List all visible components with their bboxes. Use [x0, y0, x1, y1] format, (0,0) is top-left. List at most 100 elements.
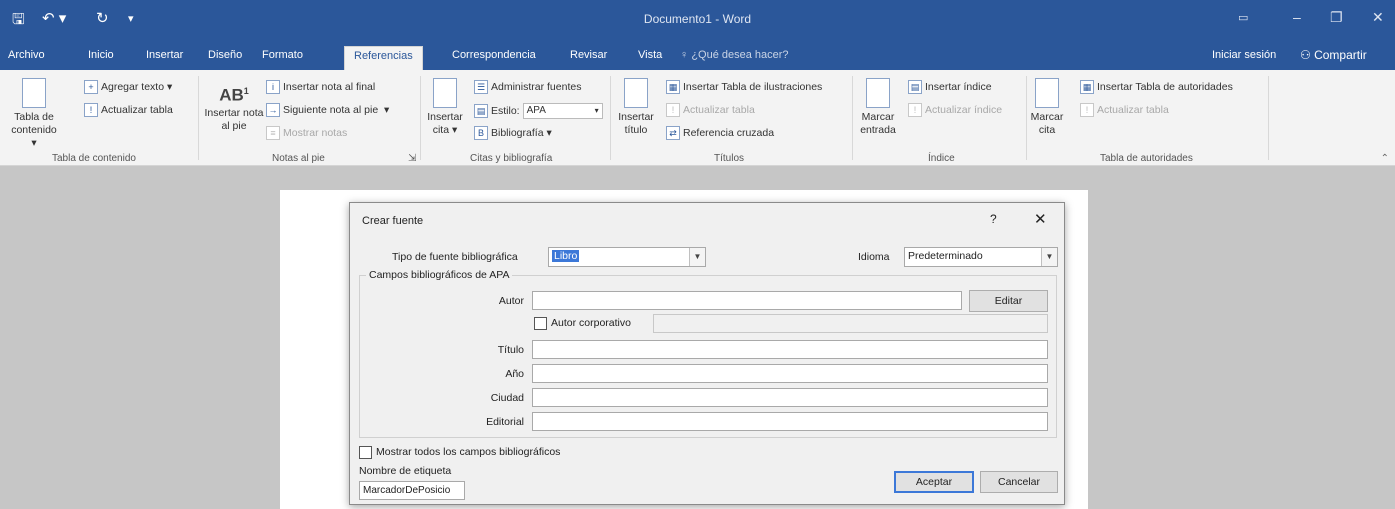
bibliography-icon: B — [474, 126, 488, 140]
city-input[interactable] — [532, 388, 1048, 407]
tab-vista[interactable]: Vista — [638, 49, 662, 61]
cross-reference-icon: ⇄ — [666, 126, 680, 140]
group-label-citations: Citas y bibliografía — [470, 153, 553, 164]
manage-sources-button[interactable]: ☰ Administrar fuentes — [474, 80, 581, 94]
tab-formato[interactable]: Formato — [262, 49, 303, 61]
update-figures-table-button[interactable]: ! Actualizar tabla — [666, 103, 755, 117]
window-title: Documento1 - Word — [643, 12, 752, 26]
add-text-icon: + — [84, 80, 98, 94]
caption-icon — [624, 78, 648, 108]
chevron-down-icon: ▼ — [1041, 248, 1057, 266]
insert-index-button[interactable]: ▤ Insertar índice — [908, 80, 992, 94]
insert-authorities-table-button[interactable]: ▦ Insertar Tabla de autoridades — [1080, 80, 1233, 94]
style-dropdown[interactable]: APA ▾ — [522, 103, 603, 119]
publisher-label: Editorial — [486, 416, 524, 428]
tab-referencias[interactable]: Referencias — [344, 46, 423, 70]
corporate-author-checkbox[interactable] — [534, 317, 547, 330]
next-footnote-button[interactable]: → Siguiente nota al pie ▾ — [266, 103, 389, 117]
language-select[interactable]: Predeterminado ▼ — [904, 247, 1058, 267]
minimize-icon[interactable]: – — [1293, 9, 1301, 25]
create-source-dialog: Crear fuente ? ✕ Tipo de fuente bibliogr… — [349, 202, 1065, 505]
sign-in-link[interactable]: Iniciar sesión — [1212, 49, 1276, 61]
city-label: Ciudad — [490, 392, 524, 404]
dialog-title: Crear fuente — [362, 215, 424, 227]
share-button[interactable]: ⚇ Compartir — [1300, 48, 1367, 62]
insert-endnote-button[interactable]: i Insertar nota al final — [266, 80, 375, 94]
person-icon: ⚇ — [1300, 48, 1315, 62]
authorities-table-icon: ▦ — [1080, 80, 1094, 94]
year-input[interactable] — [532, 364, 1048, 383]
figures-table-icon: ▦ — [666, 80, 680, 94]
add-text-button[interactable]: + Agregar texto ▾ — [84, 80, 172, 94]
year-label: Año — [505, 368, 524, 380]
collapse-ribbon-icon[interactable]: ⌃ — [1381, 153, 1389, 164]
style-icon: ▤ — [474, 104, 488, 118]
close-icon[interactable]: ✕ — [1034, 210, 1047, 228]
help-icon[interactable]: ? — [990, 212, 997, 226]
update-authorities-table-button[interactable]: ! Actualizar tabla — [1080, 103, 1169, 117]
apa-fields-legend: Campos bibliográficos de APA — [366, 269, 513, 281]
title-label: Título — [497, 344, 524, 356]
tab-revisar[interactable]: Revisar — [570, 49, 607, 61]
mark-entry-icon — [866, 78, 890, 108]
tab-diseno[interactable]: Diseño — [208, 49, 242, 61]
group-label-toc: Tabla de contenido — [52, 153, 136, 164]
tab-inicio[interactable]: Inicio — [88, 49, 114, 61]
table-of-contents-button[interactable]: Tabla de contenido ▾ — [8, 78, 60, 150]
bibliography-button[interactable]: B Bibliografía ▾ — [474, 126, 552, 140]
footnote-icon: AB1 — [219, 85, 249, 105]
chevron-down-icon: ▼ — [689, 248, 705, 266]
style-select[interactable]: ▤ Estilo: APA ▾ — [474, 103, 603, 119]
group-label-index: Índice — [928, 153, 955, 164]
ribbon-display-icon[interactable]: ▭ — [1238, 11, 1248, 24]
mark-citation-icon — [1035, 78, 1059, 108]
author-label: Autor — [498, 295, 524, 307]
corporate-author-label: Autor corporativo — [551, 317, 631, 329]
insert-citation-button[interactable]: Insertar cita ▾ — [424, 78, 466, 137]
toc-icon — [22, 78, 46, 108]
title-bar: 🖫 ↶ ▾ ↻ ▾ Documento1 - Word ▭ – ❐ ✕ — [0, 0, 1395, 40]
lightbulb-icon: ♀ — [680, 49, 692, 61]
maximize-icon[interactable]: ❐ — [1330, 9, 1343, 26]
update-index-button[interactable]: ! Actualizar índice — [908, 103, 1002, 117]
cross-reference-button[interactable]: ⇄ Referencia cruzada — [666, 126, 774, 140]
update-table-icon: ! — [1080, 103, 1094, 117]
index-icon: ▤ — [908, 80, 922, 94]
publisher-input[interactable] — [532, 412, 1048, 431]
insert-footnote-button[interactable]: AB1 Insertar nota al pie — [204, 78, 264, 133]
manage-sources-icon: ☰ — [474, 80, 488, 94]
show-notes-button[interactable]: ≡ Mostrar notas — [266, 126, 347, 140]
update-table-icon: ! — [84, 103, 98, 117]
chevron-down-icon: ▾ — [594, 106, 599, 115]
edit-button[interactable]: Editar — [969, 290, 1048, 312]
citation-icon — [433, 78, 457, 108]
show-all-fields-checkbox[interactable] — [359, 446, 372, 459]
show-notes-icon: ≡ — [266, 126, 280, 140]
dialog-launcher-icon[interactable]: ⇲ — [408, 153, 416, 164]
group-label-captions: Títulos — [714, 153, 745, 164]
tag-name-input[interactable]: MarcadorDePosicio — [359, 481, 465, 500]
corporate-author-input[interactable] — [653, 314, 1048, 333]
source-type-label: Tipo de fuente bibliográfica — [392, 251, 518, 263]
author-input[interactable] — [532, 291, 962, 310]
mark-entry-button[interactable]: Marcar entrada — [856, 78, 900, 137]
cancel-button[interactable]: Cancelar — [980, 471, 1058, 493]
mark-citation-button[interactable]: Marcar cita — [1030, 78, 1064, 137]
source-type-select[interactable]: Libro ▼ — [548, 247, 706, 267]
language-label: Idioma — [858, 251, 890, 263]
tab-insertar[interactable]: Insertar — [146, 49, 183, 61]
update-toc-button[interactable]: ! Actualizar tabla — [84, 103, 173, 117]
insert-figures-table-button[interactable]: ▦ Insertar Tabla de ilustraciones — [666, 80, 822, 94]
insert-caption-button[interactable]: Insertar título — [614, 78, 658, 137]
ok-button[interactable]: Aceptar — [894, 471, 974, 493]
ribbon: Tabla de contenido ▾ + Agregar texto ▾ ! A… — [0, 70, 1395, 166]
update-table-icon: ! — [666, 103, 680, 117]
tab-archivo[interactable]: Archivo — [8, 49, 45, 61]
group-label-authorities: Tabla de autoridades — [1100, 153, 1193, 164]
show-all-fields-label: Mostrar todos los campos bibliográficos — [376, 446, 561, 458]
next-footnote-icon: → — [266, 103, 280, 117]
tell-me-search[interactable]: ♀ ¿Qué desea hacer? — [680, 49, 789, 61]
title-input[interactable] — [532, 340, 1048, 359]
close-window-icon[interactable]: ✕ — [1372, 9, 1384, 26]
tab-correspondencia[interactable]: Correspondencia — [452, 49, 536, 61]
